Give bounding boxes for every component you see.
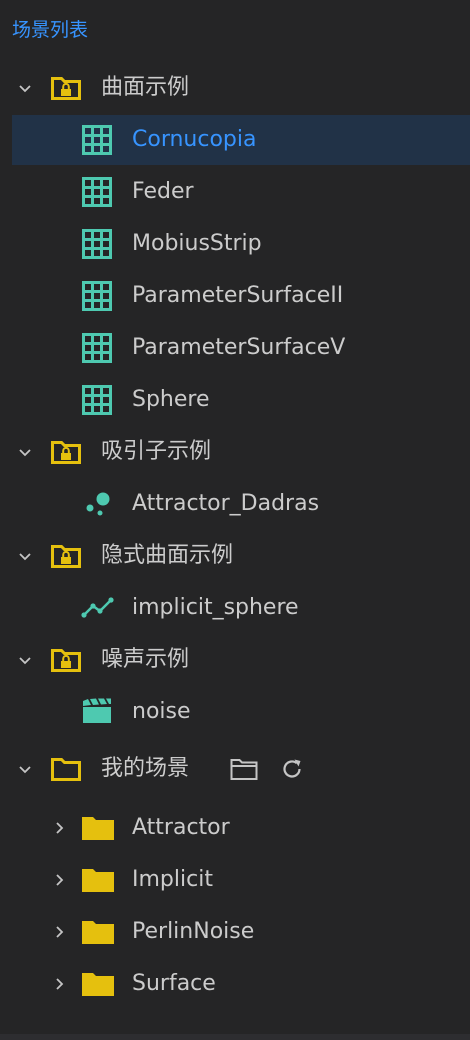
item-label: Sphere [132,387,210,412]
open-folder-icon[interactable] [230,757,258,781]
panel-title: 场景列表 [12,19,89,41]
tree-item-sphere[interactable]: Sphere [0,375,470,425]
grid-icon [82,125,112,155]
group-row-surface-examples[interactable]: 曲面示例 [0,63,470,113]
chevron-down-icon [19,657,31,665]
chevron-down-icon [19,85,31,93]
grid-icon [82,229,112,259]
panel-bottom-border [0,1034,470,1040]
folder-row-implicit[interactable]: Implicit [0,855,470,905]
group-label: 曲面示例 [101,75,190,100]
folder-label: Implicit [132,867,213,892]
folder-icon [82,921,114,944]
grid-icon [82,281,112,311]
item-label: MobiusStrip [132,231,262,256]
group-label: 我的场景 [101,756,190,781]
item-label: Cornucopia [132,127,257,152]
chevron-down-icon [19,553,31,561]
tree-item-parametersurfacev[interactable]: ParameterSurfaceV [0,323,470,373]
group-row-my-scenes[interactable]: 我的场景 [0,744,470,794]
locked-folder-icon [51,441,81,464]
folder-icon [82,817,114,840]
line-chart-icon [81,597,114,618]
tree-item-parametersurfaceii[interactable]: ParameterSurfaceII [0,271,470,321]
folder-icon [51,758,81,781]
group-row-implicit-examples[interactable]: 隐式曲面示例 [0,531,470,581]
group-label: 噪声示例 [101,647,190,672]
folder-icon [82,869,114,892]
clapperboard-icon [83,698,111,723]
group-row-noise-examples[interactable]: 噪声示例 [0,635,470,685]
chevron-right-icon [56,822,64,834]
tree-item-feder[interactable]: Feder [0,167,470,217]
dots-icon [86,492,110,516]
tree-item-attractor-dadras[interactable]: Attractor_Dadras [0,479,470,529]
grid-icon [82,177,112,207]
folder-row-perlinnoise[interactable]: PerlinNoise [0,907,470,957]
chevron-right-icon [56,926,64,938]
locked-folder-icon [51,545,81,568]
locked-folder-icon [51,77,81,100]
tree-item-noise[interactable]: noise [0,687,470,737]
group-row-attractor-examples[interactable]: 吸引子示例 [0,427,470,477]
tree-item-mobiusstrip[interactable]: MobiusStrip [0,219,470,269]
folder-label: Surface [132,971,216,996]
chevron-right-icon [56,978,64,990]
grid-icon [82,333,112,363]
chevron-right-icon [56,874,64,886]
item-label: implicit_sphere [132,595,299,620]
item-label: ParameterSurfaceII [132,283,344,308]
chevron-down-icon [19,449,31,457]
chevron-down-icon [19,766,31,774]
locked-folder-icon [51,649,81,672]
folder-label: PerlinNoise [132,919,255,944]
item-label: Attractor_Dadras [132,491,320,516]
folder-row-surface[interactable]: Surface [0,959,470,1009]
item-label: Feder [132,179,194,204]
item-label: ParameterSurfaceV [132,335,346,360]
refresh-icon[interactable] [280,757,304,781]
group-label: 吸引子示例 [101,439,212,464]
tree-item-implicit-sphere[interactable]: implicit_sphere [0,583,470,633]
folder-icon [82,973,114,996]
item-label: noise [132,699,191,724]
tree-item-cornucopia[interactable]: Cornucopia [12,115,470,165]
grid-icon [82,385,112,415]
folder-row-attractor[interactable]: Attractor [0,803,470,853]
group-label: 隐式曲面示例 [101,543,234,568]
folder-label: Attractor [132,815,230,840]
